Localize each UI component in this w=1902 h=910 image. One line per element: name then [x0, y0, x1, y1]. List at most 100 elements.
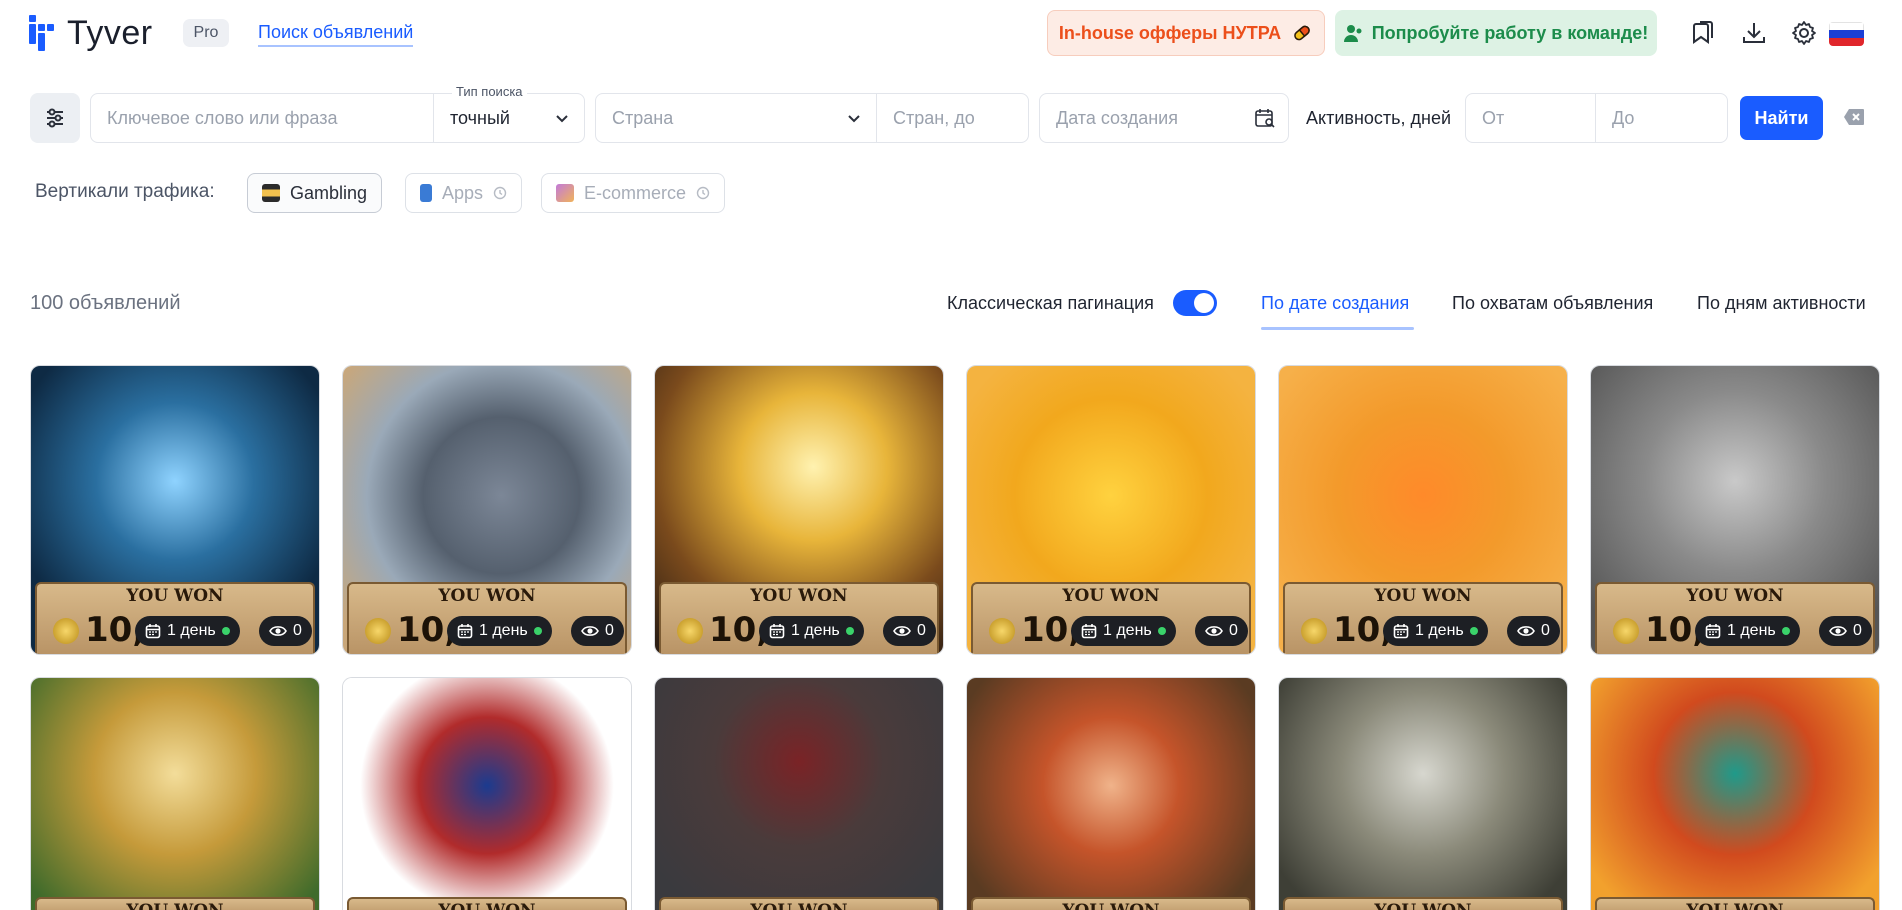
shopping-bag-icon [556, 184, 574, 202]
vertical-chip-ecommerce[interactable]: E-commerce [541, 173, 726, 213]
ad-card[interactable]: YOU WON 10, 1 день 0 [1590, 365, 1880, 655]
chevron-down-icon [556, 115, 568, 123]
clear-filters-icon[interactable] [1843, 108, 1865, 126]
creation-date-input[interactable]: Дата создания [1039, 93, 1289, 143]
clock-icon [696, 186, 710, 200]
logo-mark-icon [29, 15, 59, 51]
vertical-chip-gambling[interactable]: Gambling [247, 173, 383, 213]
banner-title: YOU WON [1597, 901, 1873, 910]
results-count: 100 объявлений [30, 292, 181, 314]
views-pill: 0 [1195, 616, 1248, 646]
ad-creative-image [1591, 678, 1879, 910]
views-value: 0 [1853, 622, 1862, 639]
eye-icon [269, 626, 287, 636]
ad-creative-image [967, 678, 1255, 910]
promo-offers-button[interactable]: In-house офферы НУТРА [1047, 10, 1325, 56]
ad-card[interactable]: YOU WON 10, 1 день 0 [30, 365, 320, 655]
eye-icon [893, 626, 911, 636]
ad-card[interactable]: YOU WON [30, 677, 320, 910]
country-count-input[interactable]: Стран, до [876, 93, 1029, 143]
coin-icon [53, 618, 79, 644]
banner-title: YOU WON [1686, 586, 1784, 606]
ad-card[interactable]: YOU WON 10, 1 день 0 [342, 365, 632, 655]
banner-title: YOU WON [1062, 586, 1160, 606]
download-icon[interactable] [1739, 18, 1769, 48]
ad-card[interactable]: YOU WON [342, 677, 632, 910]
activity-days-pill: 1 день [1383, 616, 1488, 646]
bookmarks-icon[interactable] [1688, 18, 1718, 48]
filters-toggle-button[interactable] [30, 93, 80, 143]
banner-title: YOU WON [349, 901, 625, 910]
active-status-dot [533, 627, 542, 635]
activity-days-pill: 1 день [759, 616, 864, 646]
coin-icon [1301, 618, 1327, 644]
views-value: 0 [1541, 622, 1550, 639]
logo[interactable]: Tyver [29, 15, 153, 51]
ad-card[interactable]: YOU WON 10, 1 день 0 [654, 365, 944, 655]
country-select[interactable]: Страна [595, 93, 877, 143]
classic-pagination-toggle[interactable] [1173, 290, 1217, 316]
eye-icon [1205, 626, 1223, 636]
banner-title: YOU WON [661, 901, 937, 910]
banner-title: YOU WON [438, 586, 536, 606]
search-type-value: точный [450, 107, 510, 128]
active-sort-indicator [1261, 327, 1414, 330]
calendar-icon [1081, 624, 1097, 639]
ad-card[interactable]: YOU WON [966, 677, 1256, 910]
settings-icon[interactable] [1789, 18, 1819, 48]
nav-search-ads[interactable]: Поиск объявлений [258, 22, 414, 47]
activity-days-value: 1 день [1415, 622, 1464, 639]
activity-days-value: 1 день [791, 622, 840, 639]
active-status-dot [1469, 627, 1478, 635]
ad-card[interactable]: YOU WON [1278, 677, 1568, 910]
eye-icon [581, 626, 599, 636]
search-type-select[interactable]: точный [433, 93, 585, 143]
slot-machine-icon [262, 184, 280, 202]
activity-days-pill: 1 день [1695, 616, 1800, 646]
top-header: Tyver Pro Поиск объявлений In-house оффе… [0, 0, 1902, 66]
sort-by-activity-days[interactable]: По дням активности [1697, 293, 1866, 314]
activity-days-label: Активность, дней [1306, 108, 1452, 128]
keyword-input[interactable]: Ключевое слово или фраза [90, 93, 434, 143]
clock-icon [493, 186, 507, 200]
eye-icon [1517, 626, 1535, 636]
ad-card[interactable]: YOU WON 10, 1 день 0 [1278, 365, 1568, 655]
banner-title: YOU WON [1285, 901, 1561, 910]
activity-days-value: 1 день [167, 622, 216, 639]
views-value: 0 [605, 622, 614, 639]
calendar-icon [769, 624, 785, 639]
russia-flag-icon[interactable] [1829, 22, 1864, 46]
find-button[interactable]: Найти [1740, 96, 1823, 140]
activity-days-value: 1 день [1103, 622, 1152, 639]
coin-icon [365, 618, 391, 644]
classic-pagination-label: Классическая пагинация [947, 293, 1154, 313]
logo-text: Tyver [67, 14, 153, 52]
sort-by-reach[interactable]: По охватам объявления [1452, 293, 1653, 314]
phone-icon [420, 184, 432, 202]
ad-creative-image [31, 678, 319, 910]
traffic-verticals-label: Вертикали трафика: [35, 181, 215, 202]
activity-days-pill: 1 день [135, 616, 240, 646]
country-placeholder: Страна [612, 107, 674, 128]
calendar-search-icon[interactable] [1254, 107, 1276, 129]
active-status-dot [1157, 627, 1166, 635]
ad-card[interactable]: YOU WON 10, 1 день 0 [966, 365, 1256, 655]
sort-by-date[interactable]: По дате создания [1261, 293, 1409, 314]
activity-days-value: 1 день [1727, 622, 1776, 639]
activity-from-input[interactable]: От [1465, 93, 1596, 143]
active-status-dot [845, 627, 854, 635]
ad-card[interactable]: YOU WON [1590, 677, 1880, 910]
ad-card[interactable]: YOU WON [654, 677, 944, 910]
banner-title: YOU WON [1374, 586, 1472, 606]
activity-days-pill: 1 день [447, 616, 552, 646]
banner-title: YOU WON [37, 901, 313, 910]
active-status-dot [1781, 627, 1790, 635]
activity-days-value: 1 день [479, 622, 528, 639]
prize-banner: YOU WON [1595, 897, 1875, 910]
views-pill: 0 [1507, 616, 1560, 646]
vertical-chip-apps[interactable]: Apps [405, 173, 523, 213]
prize-banner: YOU WON [1283, 897, 1563, 910]
banner-title: YOU WON [973, 901, 1249, 910]
promo-team-button[interactable]: Попробуйте работу в команде! [1335, 10, 1657, 56]
activity-to-input[interactable]: До [1595, 93, 1728, 143]
